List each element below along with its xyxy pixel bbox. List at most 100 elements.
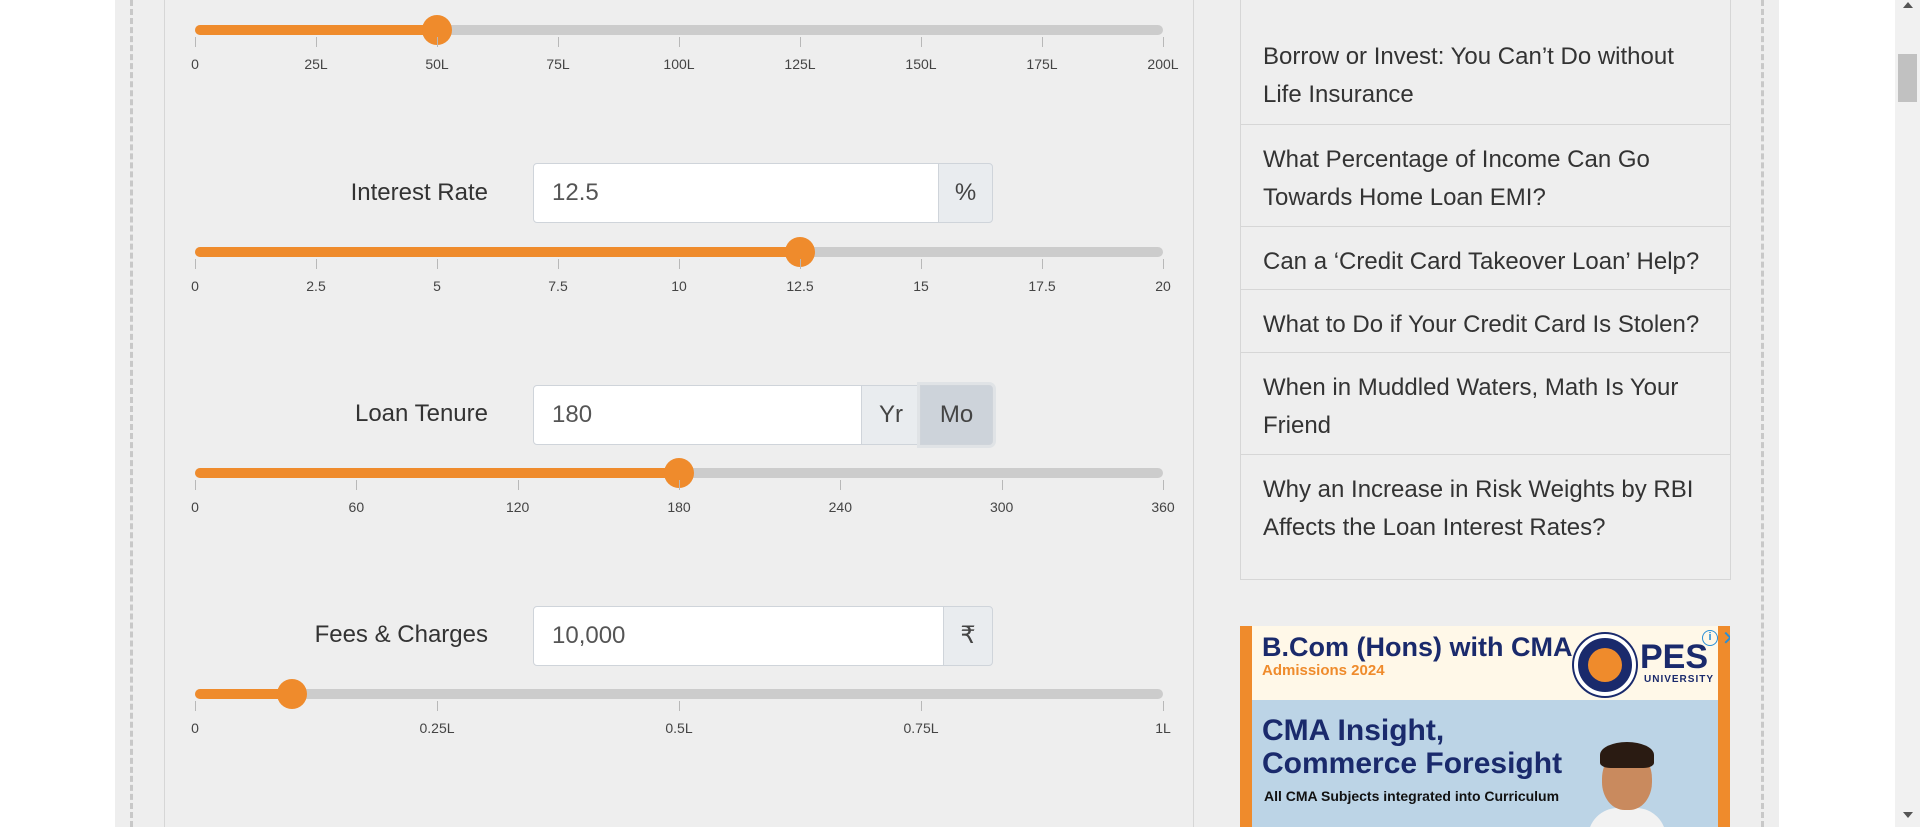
- related-article-link[interactable]: Why an Increase in Risk Weights by RBI A…: [1241, 454, 1730, 579]
- slider-tick-label: 120: [505, 499, 530, 515]
- slider-tick: [1163, 701, 1164, 711]
- interest-rate-label: Interest Rate: [350, 179, 488, 206]
- slider-tick-label: 75L: [546, 56, 570, 72]
- related-article-link[interactable]: When in Muddled Waters, Math Is Your Fri…: [1241, 352, 1730, 455]
- slider-tick-label: 0: [191, 720, 199, 736]
- ad-close-icon[interactable]: ✕: [1722, 626, 1730, 651]
- interest-rate-slider[interactable]: [195, 237, 1163, 267]
- slider-tick-label: 240: [828, 499, 853, 515]
- slider-tick: [1163, 259, 1164, 269]
- interest-rate-slider-fill: [195, 247, 800, 257]
- slider-tick: [517, 480, 519, 490]
- tenure-month-toggle[interactable]: Mo: [920, 385, 993, 445]
- slider-tick: [316, 37, 317, 47]
- related-article-link[interactable]: What to Do if Your Credit Card Is Stolen…: [1241, 289, 1730, 353]
- loan-tenure-input[interactable]: 180: [533, 385, 862, 445]
- slider-tick-label: 0.25L: [419, 720, 455, 736]
- slider-tick-label: 150L: [905, 56, 937, 72]
- slider-tick-label: 2.5: [306, 278, 326, 294]
- slider-tick: [1163, 37, 1164, 47]
- slider-tick-label: 360: [1151, 499, 1175, 515]
- ad-brand: PES: [1640, 638, 1709, 676]
- dashed-border-left: [130, 0, 133, 827]
- slider-tick-label: 15: [913, 278, 929, 294]
- slider-tick: [679, 480, 680, 490]
- ad-tagline-1: CMA Insight,: [1262, 714, 1445, 747]
- slider-tick: [800, 37, 801, 47]
- ad-small-text: All CMA Subjects integrated into Curricu…: [1264, 788, 1560, 804]
- compass-icon: [1588, 648, 1622, 682]
- slider-tick: [437, 37, 438, 47]
- ad-person-hair: [1600, 742, 1654, 768]
- related-article-link[interactable]: Borrow or Invest: You Can’t Do without L…: [1241, 22, 1730, 125]
- slider-tick-label: 20: [1155, 278, 1171, 294]
- slider-tick-label: 125L: [784, 56, 816, 72]
- pes-logo-icon: [1574, 634, 1636, 696]
- slider-tick: [800, 259, 801, 269]
- slider-tick-label: 0: [191, 278, 199, 294]
- slider-tick: [679, 37, 680, 47]
- slider-tick-label: 0: [191, 56, 199, 72]
- slider-tick: [195, 701, 196, 711]
- slider-tick: [356, 480, 358, 490]
- slider-tick-label: 1L: [1155, 720, 1171, 736]
- slider-tick: [558, 37, 559, 47]
- slider-tick-label: 200L: [1147, 56, 1179, 72]
- slider-tick: [437, 259, 438, 269]
- related-article-link[interactable]: What Percentage of Income Can Go Towards…: [1241, 124, 1730, 227]
- ad-body: CMA Insight, Commerce Foresight All CMA …: [1252, 700, 1718, 827]
- loan-tenure-label: Loan Tenure: [354, 400, 488, 427]
- slider-tick-label: 180: [667, 499, 691, 515]
- slider-tick: [195, 259, 196, 269]
- slider-tick-label: 7.5: [548, 278, 568, 294]
- fees-charges-slider[interactable]: [195, 679, 1163, 709]
- slider-tick: [921, 701, 922, 711]
- ad-tagline-2: Commerce Foresight: [1262, 747, 1563, 780]
- slider-tick: [679, 259, 680, 269]
- ad-person-shirt: [1588, 808, 1666, 827]
- ad-subhead: Admissions 2024: [1262, 662, 1385, 679]
- slider-tick-label: 17.5: [1028, 278, 1056, 294]
- related-articles-box: Borrow or Invest: You Can’t Do without L…: [1240, 0, 1731, 580]
- slider-tick-label: 0: [191, 499, 199, 515]
- slider-tick: [195, 480, 196, 490]
- slider-tick-label: 175L: [1026, 56, 1058, 72]
- ad-info-icon[interactable]: i: [1702, 630, 1718, 646]
- percent-addon: %: [938, 163, 993, 223]
- fees-charges-slider-thumb[interactable]: [276, 679, 307, 709]
- slider-tick: [316, 259, 317, 269]
- slider-tick: [921, 37, 922, 47]
- related-article-link[interactable]: Can a ‘Credit Card Takeover Loan’ Help?: [1241, 226, 1730, 290]
- ad-headline: B.Com (Hons) with CMA: [1262, 632, 1573, 662]
- slider-tick-label: 100L: [663, 56, 695, 72]
- principal-slider[interactable]: [195, 15, 1163, 45]
- loan-tenure-slider[interactable]: [195, 458, 1163, 488]
- slider-tick-label: 10: [671, 278, 687, 294]
- rupee-addon: ₹: [943, 606, 993, 666]
- slider-tick-label: 60: [348, 499, 365, 515]
- ad-person-image: [1588, 742, 1666, 827]
- scrollbar-thumb[interactable]: [1898, 54, 1917, 102]
- slider-tick: [1042, 259, 1043, 269]
- slider-tick-label: 5: [433, 278, 441, 294]
- slider-tick: [679, 701, 680, 711]
- ad-content: B.Com (Hons) with CMA Admissions 2024 PE…: [1252, 626, 1730, 827]
- page-scrollbar[interactable]: [1895, 0, 1920, 827]
- slider-tick: [840, 480, 842, 490]
- slider-tick-label: 12.5: [786, 278, 814, 294]
- interest-rate-input[interactable]: 12.5: [533, 163, 939, 223]
- scroll-down-arrow-icon[interactable]: [1903, 812, 1913, 818]
- slider-tick-label: 50L: [425, 56, 449, 72]
- slider-tick: [1042, 37, 1043, 47]
- fees-charges-input[interactable]: 10,000: [533, 606, 944, 666]
- tenure-year-toggle[interactable]: Yr: [861, 385, 921, 445]
- ad-brand-sub: UNIVERSITY: [1644, 674, 1715, 685]
- slider-tick-label: 0.5L: [665, 720, 693, 736]
- slider-tick: [1163, 480, 1164, 490]
- slider-tick: [1001, 480, 1003, 490]
- fees-charges-label: Fees & Charges: [314, 621, 488, 648]
- slider-tick: [558, 259, 559, 269]
- advertisement-banner[interactable]: B.Com (Hons) with CMA Admissions 2024 PE…: [1240, 626, 1730, 827]
- slider-tick: [437, 701, 438, 711]
- scroll-up-arrow-icon[interactable]: [1903, 2, 1913, 8]
